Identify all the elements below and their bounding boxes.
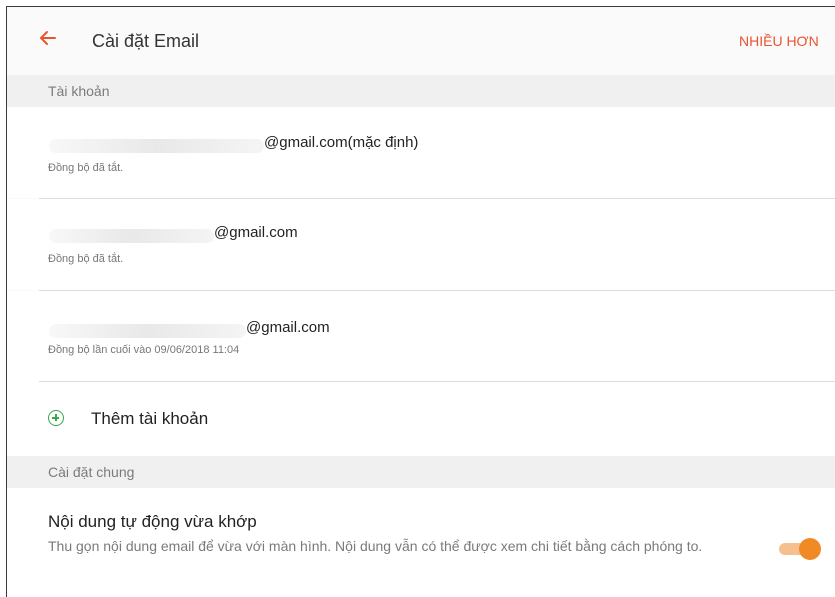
auto-fit-content-setting[interactable]: Nội dung tự động vừa khớp Thu gọn nội du…: [7, 488, 835, 597]
account-item[interactable]: @gmail.com(mặc định) Đồng bộ đã tắt.: [7, 107, 835, 198]
redacted-username: [49, 139, 264, 153]
account-sync-status: Đồng bộ đã tắt.: [48, 162, 124, 174]
setting-description: Thu gọn nội dung email để vừa với màn hì…: [48, 538, 703, 554]
section-header-general: Cài đặt chung: [7, 456, 835, 488]
add-account-label: Thêm tài khoản: [91, 409, 209, 428]
add-account-button[interactable]: Thêm tài khoản: [7, 382, 835, 456]
auto-fit-toggle[interactable]: [777, 538, 821, 560]
plus-circle-icon: [48, 410, 64, 426]
redacted-username: [49, 324, 246, 338]
app-bar: Cài đặt Email NHIỀU HƠN: [7, 7, 835, 75]
toggle-thumb: [799, 538, 821, 560]
account-sync-status: Đồng bộ lần cuối vào 09/06/2018 11:04: [48, 344, 240, 356]
email-settings-screen: Cài đặt Email NHIỀU HƠN Tài khoản @gmail…: [6, 6, 835, 597]
more-button[interactable]: NHIỀU HƠN: [739, 33, 819, 49]
redacted-username: [49, 229, 214, 243]
account-item[interactable]: @gmail.com Đồng bộ đã tắt.: [7, 199, 835, 290]
account-email: @gmail.com: [214, 224, 298, 241]
page-title: Cài đặt Email: [92, 31, 200, 51]
account-sync-status: Đồng bộ đã tắt.: [48, 253, 124, 265]
account-item[interactable]: @gmail.com Đồng bộ lần cuối vào 09/06/20…: [7, 291, 835, 382]
section-header-accounts: Tài khoản: [7, 75, 835, 107]
account-email: @gmail.com(mặc định): [264, 134, 419, 151]
setting-title: Nội dung tự động vừa khớp: [48, 512, 257, 531]
arrow-left-icon[interactable]: [37, 27, 59, 49]
account-email: @gmail.com: [246, 319, 330, 336]
